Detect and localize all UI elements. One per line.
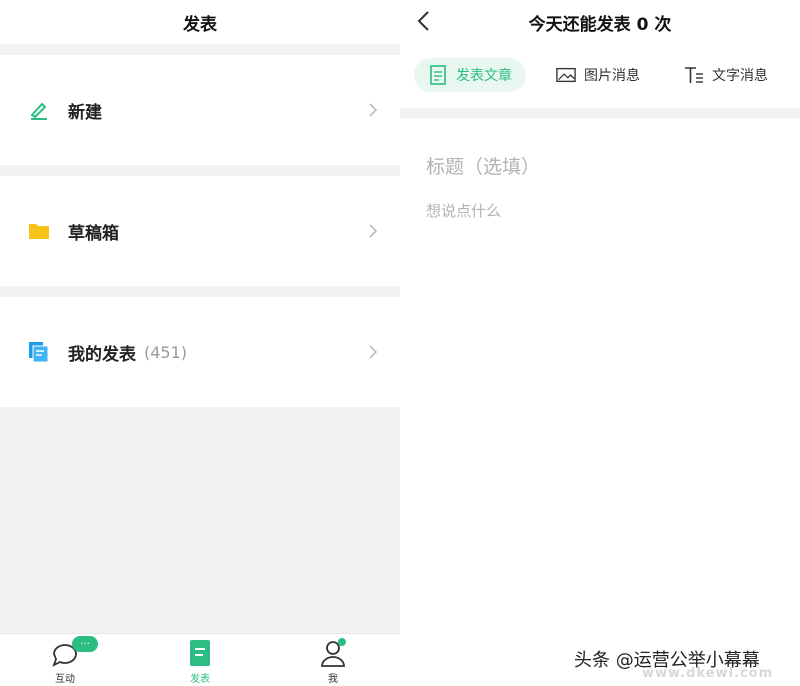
compose-panel: 今天还能发表 0 次 发表文章 图片消息 文字消息 标题（选填） 想说点什么 头… [400,0,800,686]
tab-label-interact: 互动 [55,674,75,685]
watermark-site: www.dkewl.com [642,666,774,681]
menu-label-drafts: 草稿箱 [68,223,119,244]
user-icon [318,638,348,668]
menu-item-new[interactable]: 新建 [0,55,400,165]
publish-panel: 发表 新建 草稿箱 我的发表 (451) … 互动 发表 我 [0,0,400,686]
section-divider [400,108,800,118]
tab-image-message[interactable]: 图片消息 [556,58,640,92]
body-input[interactable]: 想说点什么 [426,200,501,221]
tab-publish[interactable]: 发表 [165,638,235,685]
tab-label-image-message: 图片消息 [584,68,640,84]
folder-icon [28,220,50,242]
tab-label-me: 我 [328,674,338,685]
remaining-posts-title: 今天还能发表 0 次 [528,14,672,35]
text-icon [685,67,703,83]
tab-label-article: 发表文章 [456,68,512,84]
tab-me[interactable]: 我 [298,638,368,685]
menu-label-my-posts: 我的发表 [68,344,136,365]
post-type-tabs: 发表文章 图片消息 文字消息 [400,52,800,98]
chevron-right-icon [369,224,378,238]
documents-icon [28,341,50,363]
notification-badge: … [72,636,98,652]
post-icon [185,638,215,668]
tab-text-message[interactable]: 文字消息 [684,58,768,92]
image-icon [556,67,576,83]
tab-label-text-message: 文字消息 [712,68,768,84]
chat-bubble-icon: … [50,636,98,668]
pencil-icon [28,99,50,121]
chevron-right-icon [369,345,378,359]
notification-dot [338,638,346,646]
posts-count: (451) [144,342,188,362]
title-input[interactable]: 标题（选填） [426,152,540,179]
menu-label-new: 新建 [68,102,102,123]
tab-label-publish: 发表 [190,674,210,685]
chevron-right-icon [369,103,378,117]
menu-item-drafts[interactable]: 草稿箱 [0,176,400,286]
bottom-tabbar: … 互动 发表 我 [0,633,400,686]
page-title: 发表 [0,0,400,44]
tab-interact[interactable]: … 互动 [30,636,100,685]
tab-article[interactable]: 发表文章 [414,58,526,92]
menu-item-my-posts[interactable]: 我的发表 (451) [0,297,400,407]
article-icon [430,65,446,85]
